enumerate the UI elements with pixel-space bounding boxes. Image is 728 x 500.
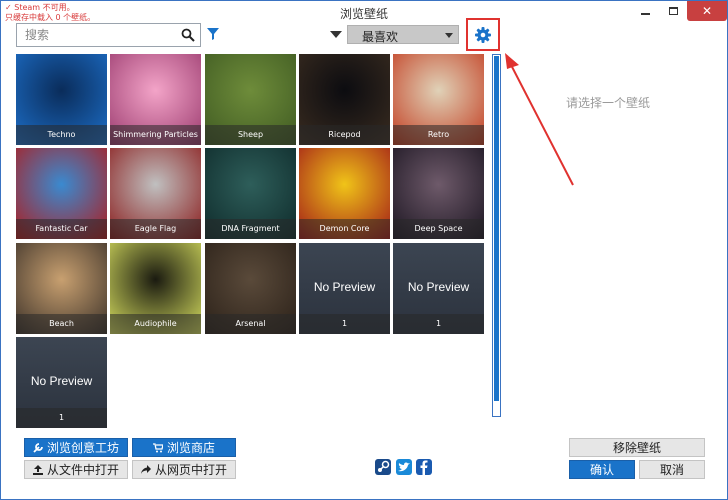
cancel-button[interactable]: 取消 <box>639 460 705 479</box>
twitter-icon[interactable] <box>396 459 412 475</box>
wallpaper-title: Shimmering Particles <box>110 125 201 145</box>
search-input[interactable] <box>17 24 177 46</box>
sort-direction-icon[interactable] <box>330 31 342 38</box>
wallpaper-title: 1 <box>299 314 390 334</box>
browse-workshop-button[interactable]: 浏览创意工坊 <box>24 438 128 457</box>
wallpaper-tile[interactable]: Retro <box>393 54 484 145</box>
cancel-label: 取消 <box>659 463 684 477</box>
wallpaper-tile[interactable]: Arsenal <box>205 243 296 334</box>
upload-icon <box>32 464 43 475</box>
search-box <box>16 23 201 47</box>
minimize-icon <box>640 13 650 15</box>
wallpaper-title: Beach <box>16 314 107 334</box>
wallpaper-title: 1 <box>393 314 484 334</box>
wallpaper-title: Sheep <box>205 125 296 145</box>
wallpaper-title: 1 <box>16 408 107 428</box>
maximize-icon <box>668 7 678 15</box>
no-preview-text: No Preview <box>407 280 470 294</box>
share-arrow-icon <box>140 464 151 474</box>
filter-icon[interactable] <box>207 28 219 40</box>
wallpaper-title: Techno <box>16 125 107 145</box>
gear-icon <box>475 27 491 43</box>
cart-icon <box>152 442 163 452</box>
wallpaper-title: Ricepod <box>299 125 390 145</box>
wallpaper-tile[interactable]: No Preview 1 <box>393 243 484 334</box>
wallpaper-tile[interactable]: Ricepod <box>299 54 390 145</box>
wallpaper-tile[interactable]: Sheep <box>205 54 296 145</box>
title-bar: ✓ Steam 不可用。 只缓存中载入 0 个壁纸。 浏览壁纸 ✕ <box>1 1 727 23</box>
wallpaper-title: Fantastic Car <box>16 219 107 239</box>
wallpaper-tile[interactable]: Shimmering Particles <box>110 54 201 145</box>
maximize-button[interactable] <box>659 1 687 21</box>
close-icon: ✕ <box>701 4 713 18</box>
wallpaper-tile[interactable]: No Preview 1 <box>299 243 390 334</box>
open-from-file-label: 从文件中打开 <box>46 463 119 477</box>
open-from-file-button[interactable]: 从文件中打开 <box>24 460 128 479</box>
browse-workshop-label: 浏览创意工坊 <box>46 441 119 455</box>
wallpaper-tile[interactable]: No Preview 1 <box>16 337 107 428</box>
wallpaper-tile[interactable]: Fantastic Car <box>16 148 107 239</box>
open-from-web-button[interactable]: 从网页中打开 <box>132 460 236 479</box>
no-preview-text: No Preview <box>313 280 376 294</box>
confirm-label: 确认 <box>589 463 614 477</box>
browse-store-label: 浏览商店 <box>166 441 215 455</box>
wrench-icon <box>33 442 43 453</box>
settings-button[interactable] <box>466 18 500 51</box>
no-preview-text: No Preview <box>30 374 93 388</box>
wallpaper-tile[interactable]: Eagle Flag <box>110 148 201 239</box>
minimize-button[interactable] <box>631 1 659 21</box>
wallpaper-title: Eagle Flag <box>110 219 201 239</box>
wallpaper-title: Audiophile <box>110 314 201 334</box>
wallpaper-title: Retro <box>393 125 484 145</box>
sort-select[interactable]: 最喜欢 <box>347 25 459 44</box>
wallpaper-tile[interactable]: Beach <box>16 243 107 334</box>
scrollbar[interactable] <box>492 54 501 417</box>
chevron-down-icon <box>445 33 453 38</box>
wallpaper-tile[interactable]: Audiophile <box>110 243 201 334</box>
remove-wallpaper-button[interactable]: 移除壁纸 <box>569 438 705 457</box>
facebook-icon[interactable] <box>416 459 432 475</box>
sort-value: 最喜欢 <box>362 30 399 44</box>
wallpaper-tile[interactable]: Techno <box>16 54 107 145</box>
open-from-web-label: 从网页中打开 <box>154 463 227 477</box>
browse-wallpapers-window: ✓ Steam 不可用。 只缓存中载入 0 个壁纸。 浏览壁纸 ✕ 最喜欢 <box>0 0 728 500</box>
search-icon[interactable] <box>181 28 195 42</box>
wallpaper-title: DNA Fragment <box>205 219 296 239</box>
wallpaper-grid: Techno Shimmering Particles Sheep Ricepod Re… <box>16 54 488 428</box>
wallpaper-tile[interactable]: Deep Space <box>393 148 484 239</box>
wallpaper-title: Arsenal <box>205 314 296 334</box>
preview-placeholder: 请选择一个壁纸 <box>566 96 651 110</box>
wallpaper-title: Deep Space <box>393 219 484 239</box>
wallpaper-tile[interactable]: DNA Fragment <box>205 148 296 239</box>
scrollbar-thumb[interactable] <box>494 56 499 401</box>
window-title: 浏览壁纸 <box>339 7 388 21</box>
remove-wallpaper-label: 移除壁纸 <box>612 441 661 455</box>
wallpaper-title: Demon Core <box>299 219 390 239</box>
browse-store-button[interactable]: 浏览商店 <box>132 438 236 457</box>
close-button[interactable]: ✕ <box>687 1 727 21</box>
steam-icon[interactable] <box>375 459 391 475</box>
confirm-button[interactable]: 确认 <box>569 460 635 479</box>
annotation-arrow <box>505 53 574 186</box>
wallpaper-tile[interactable]: Demon Core <box>299 148 390 239</box>
